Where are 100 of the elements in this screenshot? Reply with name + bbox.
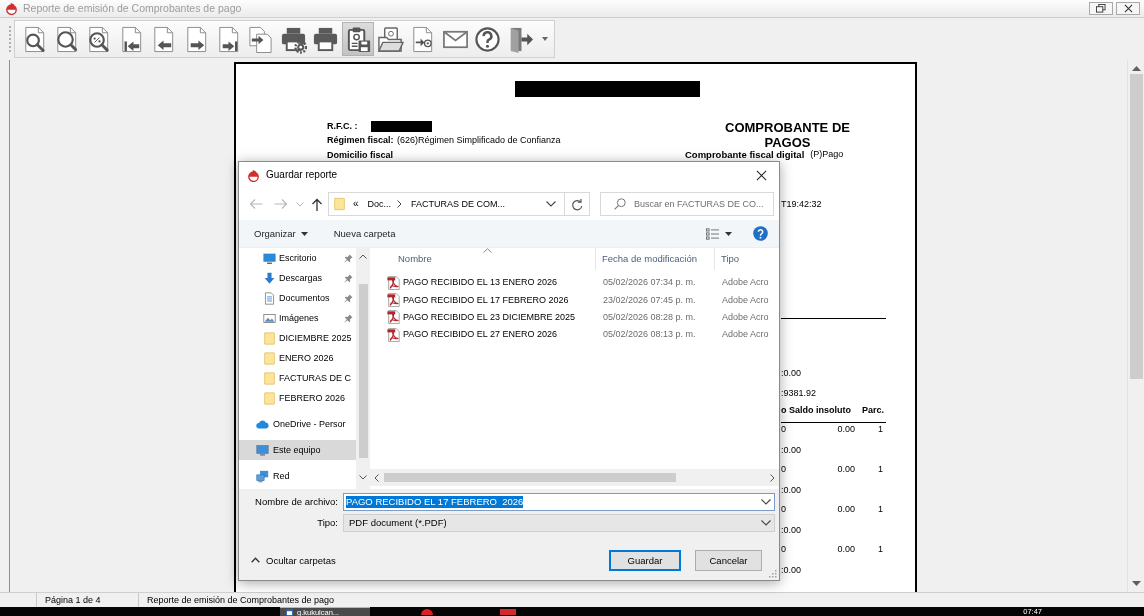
amount-text: :0.00 [781, 484, 802, 495]
chevron-up-icon[interactable] [359, 254, 367, 259]
amount-text: :0.00 [781, 367, 802, 378]
table-cell: 0.00 [837, 544, 855, 555]
restore-button[interactable] [1089, 2, 1113, 15]
column-header[interactable]: Fecha de modificación [596, 248, 715, 270]
type-text: Adobe Acro [722, 294, 769, 305]
chevron-down-icon [761, 520, 771, 526]
table-cell: 1 [878, 424, 883, 435]
column-header[interactable]: Nombre [370, 248, 596, 270]
fiscal-regime-label: Régimen fiscal: [327, 135, 395, 147]
scrollbar-thumb[interactable] [384, 473, 676, 482]
nav-item[interactable]: Este equipo [239, 440, 356, 460]
chevron-left-icon[interactable] [374, 473, 379, 482]
horizontal-scrollbar[interactable] [370, 469, 779, 486]
vertical-scrollbar[interactable] [1127, 60, 1144, 592]
type-text: Adobe Acro [722, 312, 769, 323]
close-button[interactable] [1116, 2, 1140, 15]
app-icon[interactable] [500, 608, 516, 615]
file-row[interactable]: PAGO RECIBIDO EL 23 DICIEMBRE 2025 05/02/2026 08:28 p. m. Adobe Acro [370, 308, 779, 327]
column-header: Saldo insoluto [789, 403, 852, 417]
chevron-up-icon [251, 557, 260, 564]
nav-item[interactable]: FEBRERO 2026 [239, 388, 356, 408]
address-bar[interactable]: « Doc... FACTURAS DE COM... [328, 192, 590, 216]
help-icon [474, 24, 502, 54]
toolbar-button[interactable] [341, 22, 375, 56]
date-text: 05/02/2026 07:34 p. m. [603, 277, 696, 288]
resize-grip-icon[interactable] [769, 570, 777, 578]
table-cell: 0 [781, 424, 786, 435]
help-button[interactable] [753, 226, 768, 241]
app-logo-icon [247, 168, 260, 182]
scroll-down-icon[interactable] [1131, 581, 1141, 587]
pdf-file-icon [387, 310, 400, 325]
scrollbar-thumb[interactable] [358, 284, 368, 458]
redaction-bar [371, 120, 432, 132]
chevron-right-icon[interactable] [770, 473, 775, 482]
nav-item[interactable]: OneDrive - Persor [239, 414, 356, 434]
grip-icon[interactable] [9, 26, 12, 52]
chevron-down-icon[interactable] [761, 499, 771, 505]
file-name: PAGO RECIBIDO EL 23 DICIEMBRE 2025 [403, 312, 576, 323]
pdf-file-icon [387, 275, 400, 290]
computer-icon [256, 443, 269, 457]
cfd-label: Comprobante fiscal digital [685, 149, 805, 160]
chevron-down-icon [546, 201, 556, 207]
filename-field[interactable]: PAGO RECIBIDO EL 17 FEBRERO 2026 [343, 493, 775, 511]
column-header[interactable]: Tipo [715, 248, 779, 270]
date-text: 05/02/2026 08:28 p. m. [603, 312, 696, 323]
hide-folders-button[interactable]: Ocultar carpetas [251, 554, 336, 567]
nav-item[interactable]: ENERO 2026 [239, 348, 356, 368]
help-icon [753, 226, 768, 241]
file-row[interactable]: PAGO RECIBIDO EL 27 ENERO 2026 05/02/2026 08:13 p. m. Adobe Acro [370, 326, 779, 344]
column-header: o [781, 403, 788, 417]
folder-icon [263, 351, 276, 365]
table-cell: 1 [878, 504, 883, 515]
command-button[interactable]: Nueva carpeta [328, 222, 401, 245]
pages-arrow-icon [247, 24, 275, 54]
filename-label: Nombre de archivo: [254, 496, 339, 508]
folder-icon [333, 197, 346, 211]
nav-item[interactable]: Imágenes [239, 308, 356, 328]
desktop-icon [263, 251, 276, 265]
breadcrumb-item[interactable]: FACTURAS DE COM... [409, 198, 508, 210]
nav-item[interactable]: Red [239, 466, 356, 486]
up-button[interactable] [311, 197, 323, 211]
fiscal-address-label: Domicilio fiscal [327, 149, 394, 161]
filetype-label: Tipo: [316, 517, 339, 529]
file-row[interactable]: PAGO RECIBIDO EL 17 FEBRERO 2026 23/02/2026 07:45 p. m. Adobe Acro [370, 291, 779, 309]
dialog-title: Guardar reporte [266, 169, 338, 181]
file-row[interactable]: PAGO RECIBIDO EL 13 ENERO 2026 05/02/2026 07:34 p. m. Adobe Acro [370, 274, 779, 292]
filetype-dropdown[interactable]: PDF document (*.PDF) [343, 514, 775, 532]
table-cell: 0.00 [837, 504, 855, 515]
caret-icon [542, 37, 549, 41]
table-cell: 0.00 [837, 464, 855, 475]
date-text: 23/02/2026 07:45 p. m. [603, 294, 696, 305]
app-icon[interactable] [420, 608, 434, 615]
amount-text: :9381.92 [781, 387, 817, 398]
nav-item[interactable]: Descargas [239, 268, 356, 288]
rfc-label: R.F.C. : [327, 120, 359, 132]
table-cell: 0 [781, 464, 786, 475]
chevron-down-icon[interactable] [359, 475, 367, 480]
file-name: PAGO RECIBIDO EL 17 FEBRERO 2026 [403, 294, 569, 306]
window-title: Reporte de emisión de Comprobantes de pago [23, 2, 242, 15]
dialog-button[interactable]: Cancelar [695, 550, 762, 571]
nav-item[interactable]: FACTURAS DE C [239, 368, 356, 388]
scroll-up-icon[interactable] [1131, 65, 1141, 71]
command-button[interactable]: Organizar [249, 222, 313, 245]
type-text: Adobe Acro [722, 277, 769, 288]
picture-icon [263, 311, 276, 325]
breadcrumb-item[interactable]: Doc... [365, 198, 394, 210]
search-field[interactable]: Buscar en FACTURAS DE CO... [600, 192, 774, 216]
nav-item[interactable]: DICIEMBRE 2025 [239, 328, 356, 348]
vertical-scrollbar[interactable] [356, 248, 370, 489]
chevron-right-icon [397, 200, 403, 208]
dialog-button[interactable]: Guardar [609, 550, 681, 571]
window-icon [286, 608, 293, 616]
table-cell: 0 [781, 504, 786, 515]
document-heading: COMPROBANTE DE PAGOS [724, 120, 851, 150]
scrollbar-thumb[interactable] [1129, 74, 1143, 379]
path-overflow-button[interactable]: « [350, 198, 362, 210]
nav-item[interactable]: Documentos [239, 288, 356, 308]
nav-item[interactable]: Escritorio [239, 248, 356, 268]
